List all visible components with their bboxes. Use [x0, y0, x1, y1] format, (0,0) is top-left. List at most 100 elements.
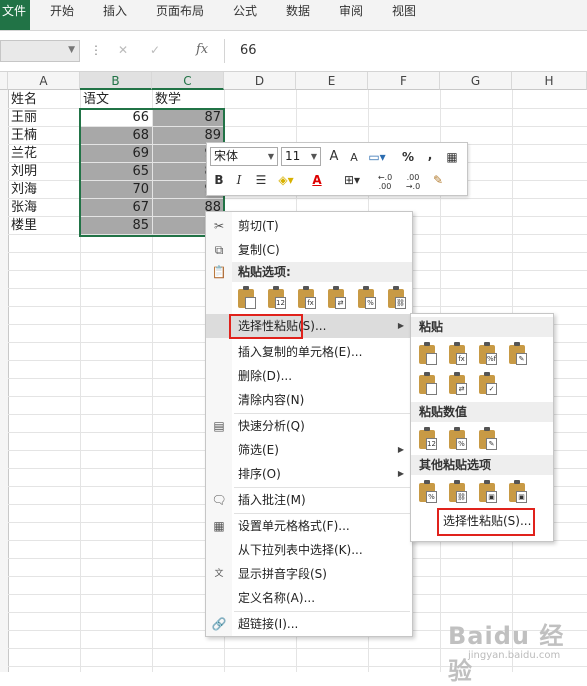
- cell-b1[interactable]: 语文: [80, 91, 152, 108]
- percent-style-button[interactable]: %: [399, 148, 417, 166]
- menu-item-quick-analysis[interactable]: ▤ 快速分析(Q): [206, 414, 412, 438]
- font-color-button[interactable]: A: [308, 171, 326, 189]
- column-header-b[interactable]: B: [80, 72, 152, 90]
- tab-file[interactable]: 文件: [0, 0, 30, 30]
- comma-style-button[interactable]: ,: [421, 146, 439, 164]
- menu-item-delete[interactable]: 删除(D)...: [206, 364, 412, 388]
- column-header-h[interactable]: H: [512, 72, 587, 90]
- tab-home[interactable]: 开始: [50, 0, 74, 22]
- paste-no-borders-option[interactable]: [417, 372, 439, 398]
- menu-item-insert-copied-cells[interactable]: 插入复制的单元格(E)...: [206, 340, 412, 364]
- transpose-icon: ⇄: [335, 297, 346, 309]
- menu-item-sort[interactable]: 排序(O) ▶: [206, 462, 412, 486]
- tab-insert[interactable]: 插入: [103, 0, 127, 22]
- menu-item-label: 排序(O): [238, 467, 281, 481]
- cell-name[interactable]: 兰花: [8, 145, 80, 162]
- keep-source-format-icon: ✎: [516, 353, 527, 365]
- menu-item-cut[interactable]: ✂ 剪切(T): [206, 214, 412, 238]
- menu-item-insert-comment[interactable]: 🗨 插入批注(M): [206, 488, 412, 512]
- paste-option-link[interactable]: ⛓: [386, 286, 408, 312]
- cell-name[interactable]: 张海: [8, 199, 80, 216]
- tab-data[interactable]: 数据: [286, 0, 310, 22]
- menu-item-pick-from-list[interactable]: 从下拉列表中选择(K)...: [206, 538, 412, 562]
- column-header-d[interactable]: D: [224, 72, 296, 90]
- formulas-icon: fx: [305, 297, 316, 309]
- paste-keep-source-format-option[interactable]: ✎: [507, 342, 529, 368]
- paste-keep-column-width-option[interactable]: ⇄: [447, 372, 469, 398]
- paste-values-source-format-option[interactable]: ✎: [477, 427, 499, 453]
- cell-c1[interactable]: 数学: [152, 91, 224, 108]
- column-header-g[interactable]: G: [440, 72, 512, 90]
- menu-item-define-name[interactable]: 定义名称(A)...: [206, 586, 412, 610]
- cell-name[interactable]: 楼里: [8, 217, 80, 234]
- tab-page-layout[interactable]: 页面布局: [156, 0, 204, 22]
- cancel-icon[interactable]: ✕: [118, 43, 128, 57]
- paste-picture-option[interactable]: ▣: [477, 480, 499, 506]
- chevron-down-icon: ▼: [310, 152, 317, 161]
- menu-item-clear-contents[interactable]: 清除内容(N): [206, 388, 412, 412]
- tab-formulas[interactable]: 公式: [233, 0, 257, 22]
- paste-values-option[interactable]: 123: [417, 427, 439, 453]
- menu-item-label: 从下拉列表中选择(K)...: [238, 543, 363, 557]
- paste-option-transpose[interactable]: ⇄: [326, 286, 348, 312]
- grow-font-button[interactable]: A: [325, 148, 343, 166]
- decrease-decimal-button[interactable]: .00 →.0: [401, 173, 425, 191]
- menu-item-copy[interactable]: ⧉ 复制(C): [206, 238, 412, 262]
- menu-item-format-cells[interactable]: ▦ 设置单元格格式(F)...: [206, 514, 412, 538]
- paste-values-number-format-option[interactable]: %: [447, 427, 469, 453]
- cell-a1[interactable]: 姓名: [8, 91, 80, 108]
- more-options-icon[interactable]: ⋮: [90, 43, 102, 57]
- formatting-icon: %: [426, 491, 437, 503]
- paste-formatting-option[interactable]: %: [417, 480, 439, 506]
- paste-option-paste[interactable]: [236, 286, 258, 312]
- name-box[interactable]: ▼: [0, 40, 80, 62]
- select-all-corner[interactable]: [0, 72, 8, 90]
- submenu-section-paste-values: 粘贴数值: [411, 402, 553, 422]
- column-header-f[interactable]: F: [368, 72, 440, 90]
- paste-option-formulas[interactable]: fx: [296, 286, 318, 312]
- paste-transpose-option[interactable]: ✓: [477, 372, 499, 398]
- cell-name[interactable]: 刘明: [8, 163, 80, 180]
- italic-button[interactable]: I: [230, 171, 248, 189]
- column-header-c[interactable]: C: [152, 72, 224, 90]
- paste-options-header: 粘贴选项:: [232, 262, 412, 282]
- watermark-url: jingyan.baidu.com: [468, 650, 561, 661]
- column-header-e[interactable]: E: [296, 72, 368, 90]
- paste-all-option[interactable]: [417, 342, 439, 368]
- menu-item-filter[interactable]: 筛选(E) ▶: [206, 438, 412, 462]
- bold-button[interactable]: B: [210, 171, 228, 189]
- paste-option-formatting[interactable]: %: [356, 286, 378, 312]
- comment-icon: 🗨: [211, 493, 227, 507]
- borders-icon[interactable]: ⊞▾: [341, 171, 363, 189]
- cell-name[interactable]: 王楠: [8, 127, 80, 144]
- menu-item-hyperlink[interactable]: 🔗 超链接(I)...: [206, 612, 412, 636]
- formula-input[interactable]: 66: [240, 43, 257, 58]
- accounting-format-icon[interactable]: ▭▾: [365, 148, 389, 166]
- fill-color-icon[interactable]: ◈▾: [275, 171, 297, 189]
- tab-review[interactable]: 审阅: [339, 0, 363, 22]
- font-name-select[interactable]: 宋体 ▼: [210, 147, 278, 166]
- format-painter-table-icon[interactable]: ▦: [443, 148, 461, 166]
- paste-linked-picture-option[interactable]: ▣: [507, 480, 529, 506]
- values-number-format-icon: %: [456, 438, 467, 450]
- insert-function-icon[interactable]: fx: [196, 42, 208, 57]
- font-size-select[interactable]: 11 ▼: [281, 147, 321, 166]
- paste-options-label: 粘贴选项:: [238, 265, 291, 279]
- cell-name[interactable]: 王丽: [8, 109, 80, 126]
- paste-option-values[interactable]: 123: [266, 286, 288, 312]
- align-center-icon[interactable]: ☰: [252, 171, 270, 189]
- format-painter-icon[interactable]: ✎: [429, 171, 447, 189]
- enter-icon[interactable]: ✓: [150, 43, 160, 57]
- paste-link-option[interactable]: ⛓: [447, 480, 469, 506]
- chevron-down-icon[interactable]: ▼: [68, 45, 75, 55]
- menu-item-label: 快速分析(Q): [238, 419, 305, 433]
- cell-name[interactable]: 刘海: [8, 181, 80, 198]
- font-size-value: 11: [285, 149, 301, 163]
- paste-formulas-option[interactable]: fx: [447, 342, 469, 368]
- tab-view[interactable]: 视图: [392, 0, 416, 22]
- paste-formulas-number-format-option[interactable]: %fx: [477, 342, 499, 368]
- increase-decimal-button[interactable]: ←.0 .00: [373, 173, 397, 191]
- menu-item-show-phonetic[interactable]: 文 显示拼音字段(S): [206, 562, 412, 586]
- column-header-a[interactable]: A: [8, 72, 80, 90]
- shrink-font-button[interactable]: A: [345, 149, 363, 167]
